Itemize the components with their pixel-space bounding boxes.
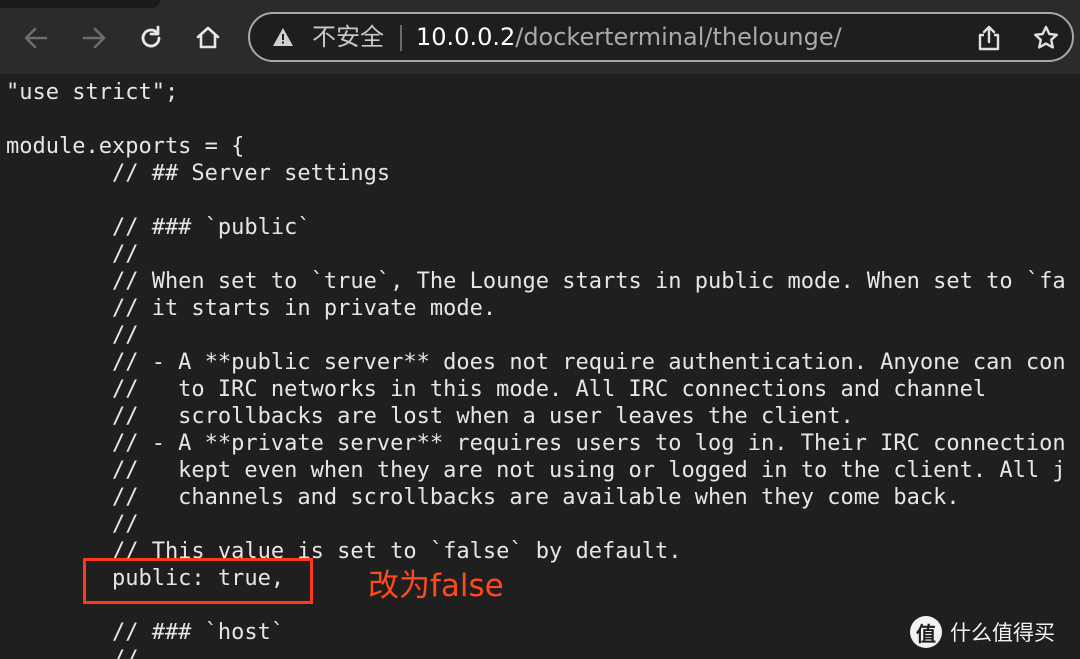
watermark-logo: 值	[910, 616, 942, 648]
security-status-label[interactable]: 不安全	[312, 23, 384, 51]
code-line: // kept even when they are not using or …	[6, 458, 1066, 483]
warning-icon[interactable]	[272, 26, 294, 48]
code-line: "use strict";	[6, 80, 179, 105]
code-line: // scrollbacks are lost when a user leav…	[6, 404, 854, 429]
code-line: // to IRC networks in this mode. All IRC…	[6, 377, 987, 402]
reload-icon	[137, 24, 165, 52]
tab-strip	[0, 0, 160, 8]
code-line: //	[6, 512, 139, 537]
arrow-right-icon	[80, 24, 108, 52]
code-line: // - A **private server** requires users…	[6, 431, 1066, 456]
watermark-text: 什么值得买	[950, 621, 1055, 645]
code-line: // ## Server settings	[6, 161, 391, 186]
reload-button[interactable]	[134, 20, 168, 56]
url-text[interactable]: 10.0.0.2/dockerterminal/thelounge/	[416, 23, 842, 51]
url-path: /dockerterminal/thelounge/	[515, 23, 842, 51]
code-line: // When set to `true`, The Lounge starts…	[6, 269, 1066, 294]
browser-toolbar: 不安全 10.0.0.2/dockerterminal/thelounge/	[0, 0, 1080, 74]
back-button[interactable]	[19, 20, 53, 56]
code-line: //	[6, 242, 139, 267]
share-icon[interactable]	[976, 24, 1002, 56]
code-line: // - A **public server** does not requir…	[6, 350, 1066, 375]
annotation-highlight-box	[83, 558, 313, 604]
address-bar[interactable]: 不安全 10.0.0.2/dockerterminal/thelounge/	[248, 12, 1074, 62]
code-line: // ### `public`	[6, 215, 311, 240]
code-line: //	[6, 646, 139, 659]
code-line: module.exports = {	[6, 134, 245, 159]
code-line: //	[6, 323, 139, 348]
code-line: // channels and scrollbacks are availabl…	[6, 485, 960, 510]
watermark: 值 什么值得买	[910, 614, 1055, 650]
arrow-left-icon	[22, 24, 50, 52]
home-icon	[194, 24, 222, 52]
home-button[interactable]	[191, 20, 225, 56]
code-line: // it starts in private mode.	[6, 296, 497, 321]
star-icon[interactable]	[1032, 24, 1060, 56]
forward-button[interactable]	[77, 20, 111, 56]
code-line: // ### `host`	[6, 620, 285, 645]
url-host: 10.0.0.2	[416, 23, 516, 51]
address-bar-divider	[400, 25, 402, 51]
annotation-text: 改为false	[368, 568, 504, 604]
